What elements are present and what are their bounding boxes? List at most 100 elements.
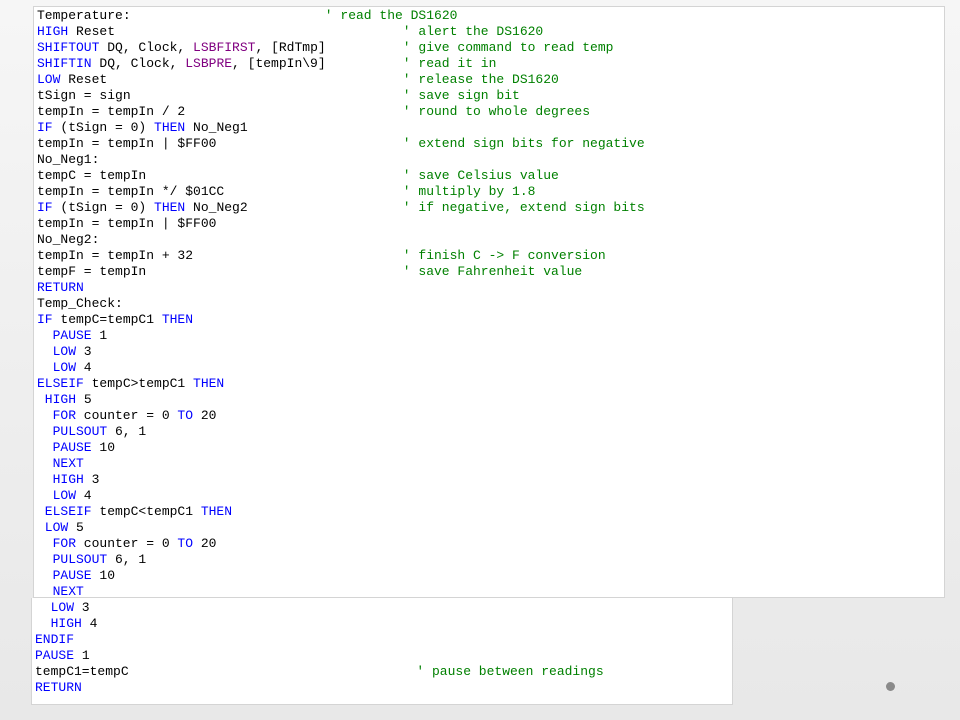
code-keyword: NEXT [52, 456, 84, 471]
code-statement: ENDIF [35, 632, 74, 648]
code-text: , [RdTmp] [255, 40, 326, 55]
code-statement: tempIn = tempIn / 2 [37, 104, 185, 120]
code-comment: ' round to whole degrees [402, 104, 591, 119]
code-line: LOW 3 [35, 600, 90, 616]
code-statement: tempIn = tempIn | $FF00 [37, 216, 216, 232]
code-text: tempC = tempIn [37, 168, 147, 183]
code-comment: ' give command to read temp [402, 40, 614, 55]
code-line: PAUSE 1 [35, 648, 90, 664]
code-comment: ' if negative, extend sign bits [402, 200, 645, 215]
code-line: tempC1=tempC ' pause between readings [35, 664, 604, 680]
code-statement: tempC = tempIn [37, 168, 146, 184]
code-text: 10 [91, 440, 116, 455]
code-statement: SHIFTIN DQ, Clock, LSBPRE, [tempIn\9] [37, 56, 326, 72]
code-comment: ' extend sign bits for negative [402, 136, 645, 151]
code-statement: NEXT [53, 584, 84, 600]
code-keyword: NEXT [52, 584, 84, 599]
code-text: 6, 1 [107, 424, 147, 439]
code-statement: RETURN [37, 280, 84, 296]
code-keyword: LOW [52, 360, 76, 375]
code-statement: NEXT [53, 456, 84, 472]
code-keyword: IF [37, 312, 53, 327]
slide-bullet-icon [886, 682, 895, 691]
code-keyword: THEN [200, 504, 233, 519]
code-statement: tempIn = tempIn + 32 [37, 248, 193, 264]
code-text: 1 [74, 648, 90, 663]
code-keyword: FOR [52, 408, 76, 423]
code-comment: ' finish C -> F conversion [402, 248, 606, 263]
code-line: RETURN [35, 680, 82, 696]
code-statement: LOW 3 [53, 344, 92, 360]
code-keyword: THEN [154, 200, 186, 215]
code-text: (tSign = 0) [52, 200, 155, 215]
code-line: ENDIF [35, 632, 74, 648]
code-keyword: RETURN [35, 680, 82, 695]
code-statement: No_Neg1: [37, 152, 99, 168]
code-keyword: LOW [52, 488, 76, 503]
code-keyword: ELSEIF [37, 376, 84, 391]
code-text: Temperature: [37, 8, 131, 23]
code-statement: HIGH 4 [51, 616, 98, 632]
code-keyword: IF [37, 120, 53, 135]
code-statement: FOR counter = 0 TO 20 [53, 536, 217, 552]
code-keyword: HIGH [44, 392, 77, 407]
code-statement: RETURN [35, 680, 82, 696]
code-keyword: PAUSE [52, 440, 92, 455]
code-statement: Temperature: [37, 8, 131, 24]
code-text: , [tempIn\9] [232, 56, 326, 71]
code-text: tempIn = tempIn */ $01CC [37, 184, 225, 199]
code-keyword: TO [177, 536, 194, 551]
code-keyword: THEN [161, 312, 194, 327]
code-keyword: LOW [52, 344, 76, 359]
code-statement: LOW 5 [45, 520, 84, 536]
code-text: counter = 0 [76, 536, 178, 551]
code-comment: ' alert the DS1620 [402, 24, 544, 39]
code-text: tempF = tempIn [37, 264, 147, 279]
code-text: tempC1=tempC [35, 664, 129, 679]
code-text: 5 [68, 520, 84, 535]
code-comment: ' pause between readings [416, 664, 604, 679]
code-statement: ELSEIF tempC>tempC1 THEN [37, 376, 224, 392]
code-text: No_Neg2: [37, 232, 100, 247]
code-statement: LOW 4 [53, 360, 92, 376]
code-text: counter = 0 [76, 408, 178, 423]
code-text: DQ, Clock, [91, 56, 186, 71]
code-keyword: THEN [193, 376, 225, 391]
code-statement: IF tempC=tempC1 THEN [37, 312, 193, 328]
code-statement: LOW Reset [37, 72, 107, 88]
code-keyword: LOW [37, 72, 61, 87]
code-text: tempIn = tempIn | $FF00 [37, 136, 217, 151]
code-text: 3 [74, 600, 90, 615]
code-keyword: PULSOUT [52, 424, 108, 439]
code-text: 5 [76, 392, 92, 407]
code-text: 1 [91, 328, 108, 343]
code-statement: PAUSE 1 [53, 328, 108, 344]
code-text: tempIn = tempIn / 2 [37, 104, 186, 119]
code-keyword: LOW [50, 600, 74, 615]
code-text: 6, 1 [107, 552, 147, 567]
code-keyword: THEN [154, 120, 186, 135]
code-text: Reset [68, 24, 116, 39]
code-text: No_Neg2 [185, 200, 248, 215]
code-keyword: SHIFTOUT [37, 40, 100, 55]
code-text: Reset [60, 72, 108, 87]
code-comment: ' read it in [402, 56, 497, 71]
code-statement: tempIn = tempIn | $FF00 [37, 136, 216, 152]
code-text: tempC>tempC1 [83, 376, 194, 391]
code-keyword: ENDIF [35, 632, 75, 647]
code-comment: ' save Celsius value [402, 168, 559, 183]
code-text: 3 [83, 472, 100, 487]
code-text: tSign = sign [37, 88, 131, 103]
code-panel-continuation [31, 598, 733, 705]
code-text: 3 [76, 344, 92, 359]
code-statement: tempIn = tempIn */ $01CC [37, 184, 224, 200]
code-statement: No_Neg2: [37, 232, 99, 248]
code-comment: ' save Fahrenheit value [402, 264, 583, 279]
code-statement: HIGH 5 [45, 392, 92, 408]
code-keyword: PULSOUT [52, 552, 108, 567]
code-keyword: TO [177, 408, 194, 423]
code-statement: PAUSE 1 [35, 648, 90, 664]
code-text: No_Neg1: [37, 152, 100, 167]
code-statement: LOW 4 [53, 488, 92, 504]
code-text: 4 [76, 360, 92, 375]
